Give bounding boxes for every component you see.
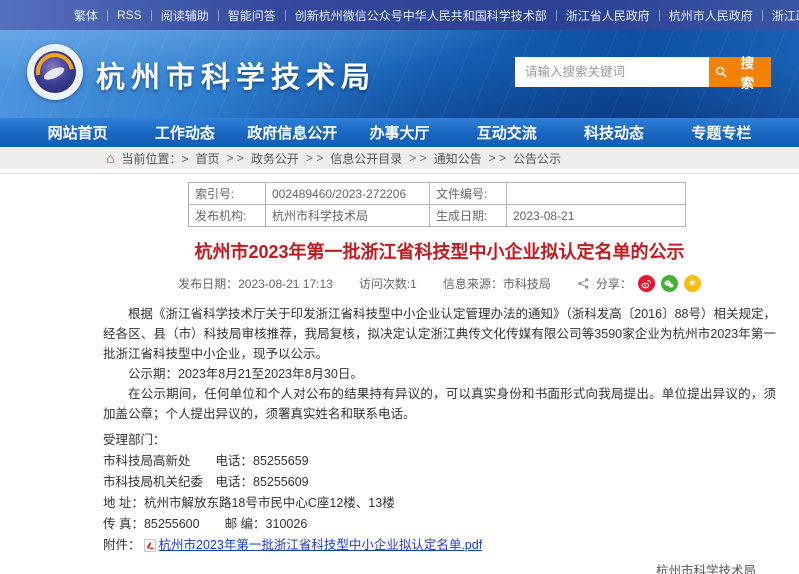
attachment-label: 附件： (103, 535, 141, 556)
index-number-value: 002489460/2023-272206 (266, 183, 430, 205)
topbar-link-reading-aid[interactable]: 阅读辅助 (161, 7, 209, 24)
share-group: 分享： (577, 275, 701, 292)
publish-date: 发布日期：2023-08-21 17:13 (178, 275, 333, 292)
site-logo[interactable] (27, 44, 83, 100)
nav-item-home[interactable]: 网站首页 (24, 118, 131, 147)
topbar-link-traditional[interactable]: 繁体 (74, 7, 98, 24)
topbar-link-zhejiang-service[interactable]: 浙江政务服务网 用户中心 (772, 7, 799, 24)
contact-line-fax-zip: 传 真：85255600 邮 编：310026 (103, 514, 776, 535)
signature-org: 杭州市科学技术局 (103, 560, 756, 574)
search-button[interactable]: 搜 索 (709, 57, 771, 87)
breadcrumb-item-notices[interactable]: 通知公告 (434, 150, 482, 167)
article-paragraph: 公示期：2023年8月21至2023年8月30日。 (103, 364, 776, 384)
divider (762, 10, 763, 21)
breadcrumb-separator: > > (489, 151, 506, 165)
generation-date-label: 生成日期: (430, 205, 507, 227)
topbar-link-most[interactable]: 中华人民共和国科学技术部 (403, 7, 547, 24)
breadcrumb-item-home[interactable]: 首页 (195, 150, 219, 167)
attachment-link[interactable]: 杭州市2023年第一批浙江省科技型中小企业拟认定名单.pdf (159, 535, 483, 556)
article-paragraph: 在公示期间，任何单位和个人对公布的结果持有异议的，可以真实身份和书面形式向我局提… (103, 384, 776, 424)
signature-block: 杭州市科学技术局 2023年8月21日 (103, 560, 776, 574)
breadcrumb-separator: > > (306, 151, 323, 165)
article-meta: 发布日期：2023-08-21 17:13 访问次数:1 信息来源：市科技局 分… (103, 275, 776, 292)
nav-item-gov-info[interactable]: 政府信息公开 (239, 118, 346, 147)
site-title: 杭州市科学技术局 (96, 54, 376, 96)
breadcrumb: 当前位置：> 首页 > > 政务公开 > > 信息公开目录 > > 通知公告 >… (0, 147, 799, 169)
breadcrumb-item-info-catalog[interactable]: 信息公开目录 (330, 150, 402, 167)
issuing-agency-value: 杭州市科学技术局 (266, 205, 430, 227)
search-icon (715, 65, 728, 79)
accepting-department-label: 受理部门： (103, 430, 776, 451)
table-row: 索引号: 002489460/2023-272206 文件编号: (189, 183, 686, 205)
contact-line-discipline-committee: 市科技局机关纪委 电话：85255609 (103, 472, 776, 493)
attachment-line: 附件： 杭州市2023年第一批浙江省科技型中小企业拟认定名单.pdf (103, 535, 776, 556)
file-number-value (507, 183, 686, 205)
home-icon (106, 151, 114, 165)
topbar-link-zhejiang-gov[interactable]: 浙江省人民政府 (566, 7, 650, 24)
topbar: 繁体 RSS 阅读辅助 智能问答 创新杭州微信公众号 中华人民共和国科学技术部 … (0, 0, 799, 30)
generation-date-value: 2023-08-21 (507, 205, 686, 227)
nav-item-special-topics[interactable]: 专题专栏 (668, 118, 775, 147)
page: 繁体 RSS 阅读辅助 智能问答 创新杭州微信公众号 中华人民共和国科学技术部 … (0, 0, 799, 574)
breadcrumb-item-announcements[interactable]: 公告公示 (513, 150, 561, 167)
topbar-right-links: 中华人民共和国科学技术部 浙江省人民政府 杭州市人民政府 浙江政务服务网 用户中… (403, 7, 799, 24)
share-nodes-icon (577, 277, 590, 290)
contact-line-address: 地 址：杭州市解放东路18号市民中心C座12楼、13楼 (103, 493, 776, 514)
file-number-label: 文件编号: (430, 183, 507, 205)
divider (107, 10, 108, 21)
table-row: 发布机构: 杭州市科学技术局 生成日期: 2023-08-21 (189, 205, 686, 227)
contact-line-hightech-office: 市科技局高新处 电话：85255659 (103, 451, 776, 472)
divider (659, 10, 660, 21)
pdf-icon (144, 539, 156, 552)
article-paragraph: 根据《浙江省科学技术厅关于印发浙江省科技型中小企业认定管理办法的通知》（浙科发高… (103, 304, 776, 364)
contact-block: 受理部门： 市科技局高新处 电话：85255659 市科技局机关纪委 电话：85… (103, 430, 776, 556)
divider (218, 10, 219, 21)
topbar-link-wechat-account[interactable]: 创新杭州微信公众号 (295, 7, 403, 24)
nav-item-work-news[interactable]: 工作动态 (131, 118, 238, 147)
topbar-link-rss[interactable]: RSS (117, 8, 142, 22)
visit-count: 访问次数:1 (359, 275, 417, 292)
divider (285, 10, 286, 21)
main-nav: 网站首页 工作动态 政府信息公开 办事大厅 互动交流 科技动态 专题专栏 (0, 118, 799, 147)
breadcrumb-prefix: 当前位置：> (121, 150, 188, 167)
breadcrumb-item-gov-affairs[interactable]: 政务公开 (251, 150, 299, 167)
wechat-share-icon[interactable] (661, 275, 678, 292)
search-bar: 搜 索 (515, 57, 771, 87)
doc-info-table: 索引号: 002489460/2023-272206 文件编号: 发布机构: 杭… (188, 182, 686, 227)
weibo-share-icon[interactable] (638, 275, 655, 292)
issuing-agency-label: 发布机构: (189, 205, 266, 227)
nav-item-service-hall[interactable]: 办事大厅 (346, 118, 453, 147)
article-title: 杭州市2023年第一批浙江省科技型中小企业拟认定名单的公示 (103, 240, 776, 264)
nav-item-interaction[interactable]: 互动交流 (453, 118, 560, 147)
breadcrumb-separator: > > (227, 151, 244, 165)
divider (151, 10, 152, 21)
breadcrumb-separator: > > (409, 151, 426, 165)
nav-item-tech-news[interactable]: 科技动态 (560, 118, 667, 147)
search-input[interactable] (515, 57, 709, 87)
topbar-left-links: 繁体 RSS 阅读辅助 智能问答 创新杭州微信公众号 (74, 7, 403, 24)
qzone-star-share-icon[interactable] (684, 275, 701, 292)
logo-emblem-icon (34, 51, 76, 93)
info-source: 信息来源：市科技局 (443, 275, 551, 292)
share-label: 分享： (596, 275, 632, 292)
index-number-label: 索引号: (189, 183, 266, 205)
divider (556, 10, 557, 21)
topbar-link-smart-qa[interactable]: 智能问答 (228, 7, 276, 24)
topbar-link-hangzhou-gov[interactable]: 杭州市人民政府 (669, 7, 753, 24)
site-header: 杭州市科学技术局 搜 索 (0, 30, 799, 118)
search-button-label: 搜 索 (732, 52, 765, 92)
content-panel: 索引号: 002489460/2023-272206 文件编号: 发布机构: 杭… (0, 173, 799, 574)
